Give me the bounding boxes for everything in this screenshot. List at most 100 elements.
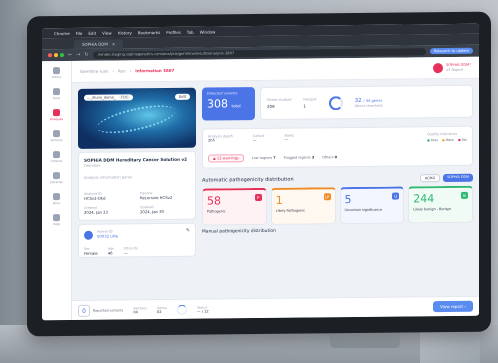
info-fields: Analysis ID HCSv2-Dkd Pipeline Recursive H… xyxy=(84,191,190,215)
warnings-badge[interactable]: ▲ 12 warnings xyxy=(208,154,244,163)
os-menu-item[interactable]: Bookmarks xyxy=(138,30,160,35)
sidebar-item-label: Runs xyxy=(52,96,61,101)
bottom-value: 02 xyxy=(156,309,162,314)
os-menu-item[interactable]: Profiles xyxy=(166,29,181,34)
breadcrumb-root[interactable]: Germline runs xyxy=(80,69,108,74)
os-menu-item[interactable]: View xyxy=(102,30,112,35)
app: Home Runs Analyses Variants Cohorts Libraries… xyxy=(42,56,479,321)
bottom-value: 04 xyxy=(133,309,138,314)
warn-item: Others 0 xyxy=(322,155,337,159)
status-label: Status xyxy=(197,305,208,310)
pathogenicity-count: 244 xyxy=(413,192,435,206)
variants-unit: total xyxy=(231,103,241,109)
address-bar[interactable]: /render.staging.sophiagenetics.com/analy… xyxy=(92,47,426,59)
stats-card: Genes studied 208 Hotspot 1 32 / 44 genes … xyxy=(260,84,473,120)
back-icon[interactable]: ← xyxy=(68,52,72,58)
analyses-icon xyxy=(53,109,60,117)
info-section-label: Analysis information panel xyxy=(84,175,132,180)
close-window-button[interactable] xyxy=(48,53,52,58)
sidebar-item-analyses[interactable]: Analyses xyxy=(46,109,68,121)
sidebar-item-docs[interactable]: Docs xyxy=(46,193,68,205)
analysis-details-card: Analysis depth 205 Cohort — Alerts — Qualit… xyxy=(202,125,473,169)
minimize-window-button[interactable] xyxy=(54,53,58,58)
pathogenicity-badge: LP xyxy=(323,193,331,201)
warn-item-value: 0 xyxy=(334,155,337,160)
sidebar-item-home[interactable]: Home xyxy=(46,67,68,79)
distribution-title: Automatic pathogenicity distribution xyxy=(202,176,294,184)
patient-card: Patient ID 50032 LMa ✎ Sex Female Age 46 E… xyxy=(78,222,196,258)
pencil-icon[interactable]: ✎ xyxy=(186,228,190,234)
stats-row: Detected variants 308 total Genes studie… xyxy=(202,84,473,121)
os-menu-item[interactable]: Chrome xyxy=(54,30,70,35)
qi-warn: Warn xyxy=(442,138,454,142)
os-menu-item[interactable]: File xyxy=(76,30,83,35)
distribution-cards: 58 Pathogenic P 1 Likely Pathogenic LP 5 Uncert… xyxy=(202,185,473,226)
forward-icon[interactable]: → xyxy=(76,52,80,58)
quality-indicators: Quality indicators Pass Warn Fail xyxy=(427,132,467,142)
close-tab-icon[interactable]: × xyxy=(112,42,115,47)
sidebar-item-cohorts[interactable]: Cohorts xyxy=(46,151,68,163)
pathogenicity-badge: P xyxy=(254,193,262,202)
pathogenicity-badge: B xyxy=(461,191,468,199)
relaunch-button[interactable]: Relaunch to update xyxy=(429,47,473,55)
sidebar-item-help[interactable]: Help xyxy=(46,214,68,226)
browser-tab[interactable]: SOPHiA DDM × xyxy=(74,39,124,49)
warnings-count: 12 warnings xyxy=(216,156,239,161)
sidebar-item-runs[interactable]: Runs xyxy=(46,88,68,100)
reload-icon[interactable]: ↻ xyxy=(84,52,88,58)
acmg-button[interactable]: ACMG xyxy=(419,174,441,183)
breadcrumb-mid[interactable]: Run xyxy=(118,68,126,73)
os-menu-item[interactable]: Window xyxy=(200,29,216,34)
field-value: 205 xyxy=(208,138,215,143)
warn-item: Low regions 7 xyxy=(252,156,276,160)
sidebar: Home Runs Analyses Variants Cohorts Libraries… xyxy=(42,60,72,321)
os-menu-item[interactable]: Edit xyxy=(88,30,96,35)
view-report-button[interactable]: View report › xyxy=(433,300,473,313)
os-menu-item[interactable]: History xyxy=(118,30,132,35)
stat-label: Genes studied xyxy=(267,97,292,102)
stat-label: Hotspot xyxy=(303,97,317,102)
dna-helix-illustration xyxy=(94,99,178,139)
pathogenicity-card[interactable]: 58 Pathogenic P xyxy=(202,187,267,226)
qi-pass: Pass xyxy=(427,138,438,142)
main: Germline runs › Run › Information 3807 S… xyxy=(72,56,479,320)
sidebar-item-label: Variants xyxy=(50,138,63,143)
analysis-info-card: SOPHiA DDM Hereditary Cancer Solution v2… xyxy=(78,150,196,221)
runs-icon xyxy=(53,88,60,96)
user-menu[interactable]: SOPHIA DDM* v3 Report xyxy=(432,62,471,73)
field-value: 46 xyxy=(107,250,113,256)
qi-fail: Fail xyxy=(458,138,467,142)
sophia-ddm-button[interactable]: SOPHiA DDM xyxy=(443,173,473,183)
left-column: ..._illumi_demo_ TOC Edit SOPHiA DDM Her… xyxy=(78,87,196,258)
coverage-label: Above threshold xyxy=(354,103,383,108)
bottom-label: Samples xyxy=(133,305,147,310)
pathogenicity-card[interactable]: 5 Uncertain significance U xyxy=(339,186,405,225)
sidebar-item-label: Home xyxy=(52,75,61,80)
variants-label: Detected variants xyxy=(207,91,238,96)
sidebar-item-label: Help xyxy=(53,222,60,227)
variants-icon xyxy=(53,130,60,138)
pathogenicity-card[interactable]: 1 Likely Pathogenic LP xyxy=(270,187,336,225)
quality-indicators-label: Quality indicators xyxy=(427,131,457,137)
manual-distribution-title: Manual pathogenicity distribution xyxy=(202,228,276,235)
variants-stat[interactable]: Detected variants 308 total xyxy=(202,87,255,121)
pathogenicity-card[interactable]: 244 Likely benign - Benign B xyxy=(408,185,473,224)
sidebar-item-label: Libraries xyxy=(50,180,63,185)
pathogenicity-label: Likely benign - Benign xyxy=(413,206,451,212)
warning-icon: ▲ xyxy=(213,156,216,161)
sidebar-item-label: Docs xyxy=(52,201,61,206)
zoom-window-button[interactable] xyxy=(60,53,64,58)
breadcrumb-current: Information 3807 xyxy=(135,67,175,74)
analysis-name: ..._illumi_demo_ xyxy=(87,95,116,100)
warn-item: Flagged regions 3 xyxy=(284,155,315,159)
distribution-header: Automatic pathogenicity distribution ACM… xyxy=(202,173,473,185)
sidebar-item-libraries[interactable]: Libraries xyxy=(46,172,68,184)
screen: Chrome File Edit View History Bookmarks … xyxy=(42,23,479,321)
pathogenicity-count: 58 xyxy=(207,194,221,208)
os-menu-item[interactable]: Tab xyxy=(187,29,194,34)
variants-count: 308 xyxy=(207,97,228,111)
coverage-value: 32 xyxy=(354,97,362,104)
sidebar-item-variants[interactable]: Variants xyxy=(46,130,68,142)
edit-button[interactable]: Edit xyxy=(175,93,190,100)
right-column: Detected variants 308 total Genes studie… xyxy=(202,84,473,235)
